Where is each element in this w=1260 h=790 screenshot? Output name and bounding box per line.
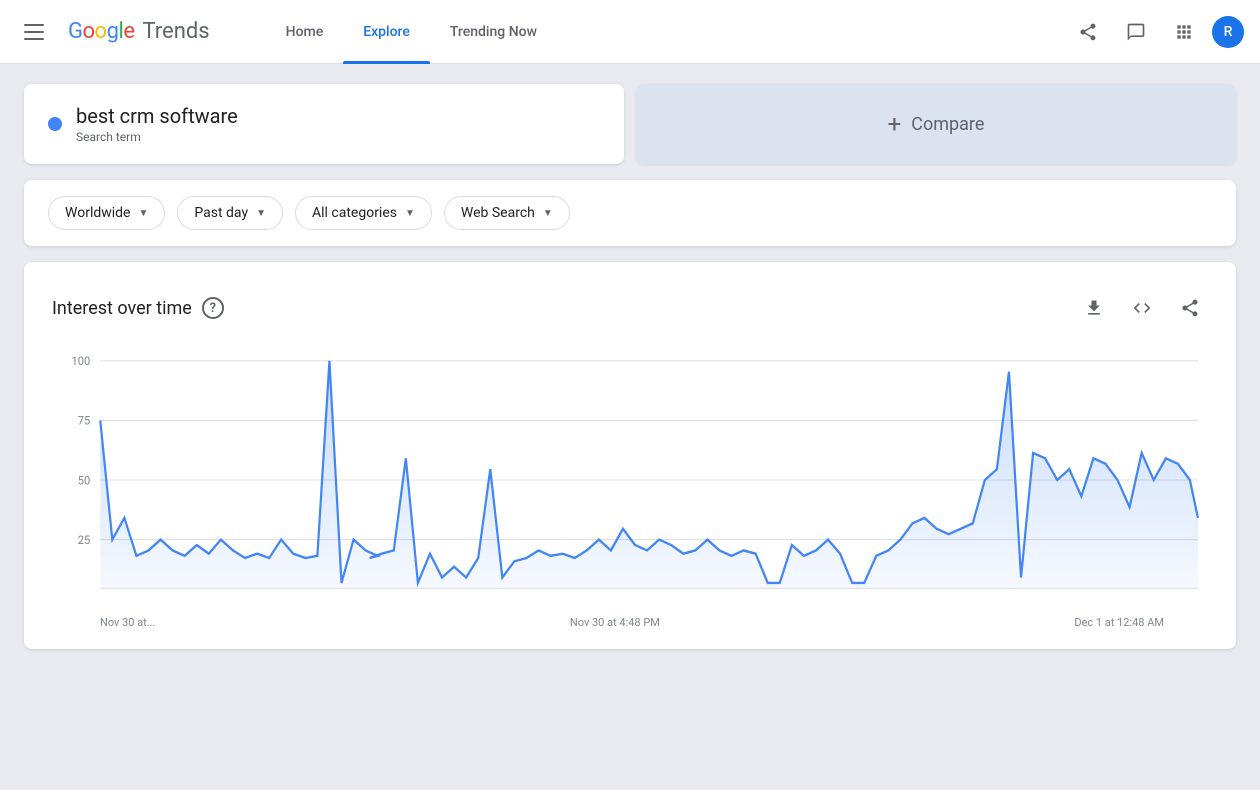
header-actions: R <box>1068 12 1244 52</box>
nav-trending[interactable]: Trending Now <box>430 0 557 64</box>
time-label: Past day <box>194 205 248 221</box>
svg-text:75: 75 <box>78 413 90 428</box>
chart-title-row: Interest over time ? <box>52 297 224 319</box>
search-type-label: Web Search <box>461 205 535 221</box>
download-button[interactable] <box>1076 290 1112 326</box>
feedback-button[interactable] <box>1116 12 1156 52</box>
time-filter[interactable]: Past day ▼ <box>177 196 283 230</box>
chart-container: 100 75 50 25 <box>52 350 1208 610</box>
logo-google-text: Google <box>68 19 134 44</box>
search-type-dropdown-icon: ▼ <box>543 208 553 219</box>
app-header: Google Trends Home Explore Trending Now … <box>0 0 1260 64</box>
chart-section: Interest over time ? <box>24 262 1236 649</box>
nav-home[interactable]: Home <box>266 0 344 64</box>
main-nav: Home Explore Trending Now <box>266 0 557 64</box>
search-term-info: best crm software Search term <box>76 104 238 144</box>
x-label-mid: Nov 30 at 4:48 PM <box>570 616 660 629</box>
chart-share-button[interactable] <box>1172 290 1208 326</box>
svg-text:50: 50 <box>78 473 90 488</box>
region-dropdown-icon: ▼ <box>138 208 148 219</box>
menu-button[interactable] <box>16 16 52 48</box>
search-term-type: Search term <box>76 130 238 144</box>
chart-title: Interest over time <box>52 298 192 319</box>
chart-actions <box>1076 290 1208 326</box>
x-label-end: Dec 1 at 12:48 AM <box>1074 616 1164 629</box>
logo[interactable]: Google Trends <box>68 19 210 44</box>
search-type-filter[interactable]: Web Search ▼ <box>444 196 570 230</box>
region-filter[interactable]: Worldwide ▼ <box>48 196 165 230</box>
embed-button[interactable] <box>1124 290 1160 326</box>
apps-button[interactable] <box>1164 12 1204 52</box>
time-dropdown-icon: ▼ <box>256 208 266 219</box>
user-avatar[interactable]: R <box>1212 16 1244 48</box>
category-dropdown-icon: ▼ <box>405 208 415 219</box>
compare-label: Compare <box>911 114 984 135</box>
term-indicator <box>48 117 62 131</box>
header-left: Google Trends Home Explore Trending Now <box>16 0 557 64</box>
svg-text:25: 25 <box>78 533 90 548</box>
main-content: best crm software Search term + Compare … <box>0 64 1260 669</box>
compare-plus-icon: + <box>888 110 902 138</box>
filter-row: Worldwide ▼ Past day ▼ All categories ▼ … <box>24 180 1236 246</box>
search-term-card[interactable]: best crm software Search term <box>24 84 624 164</box>
help-icon[interactable]: ? <box>202 297 224 319</box>
region-label: Worldwide <box>65 205 130 221</box>
search-term-name: best crm software <box>76 104 238 128</box>
category-label: All categories <box>312 205 397 221</box>
search-compare-row: best crm software Search term + Compare <box>24 84 1236 164</box>
compare-card[interactable]: + Compare <box>636 84 1236 164</box>
nav-explore[interactable]: Explore <box>343 0 430 64</box>
interest-chart: 100 75 50 25 <box>52 350 1208 610</box>
svg-text:100: 100 <box>72 354 91 369</box>
share-button[interactable] <box>1068 12 1108 52</box>
x-label-start: Nov 30 at... <box>100 616 155 629</box>
logo-trends-text: Trends <box>142 19 209 44</box>
chart-header: Interest over time ? <box>52 290 1208 326</box>
category-filter[interactable]: All categories ▼ <box>295 196 432 230</box>
x-axis-labels: Nov 30 at... Nov 30 at 4:48 PM Dec 1 at … <box>52 616 1208 629</box>
